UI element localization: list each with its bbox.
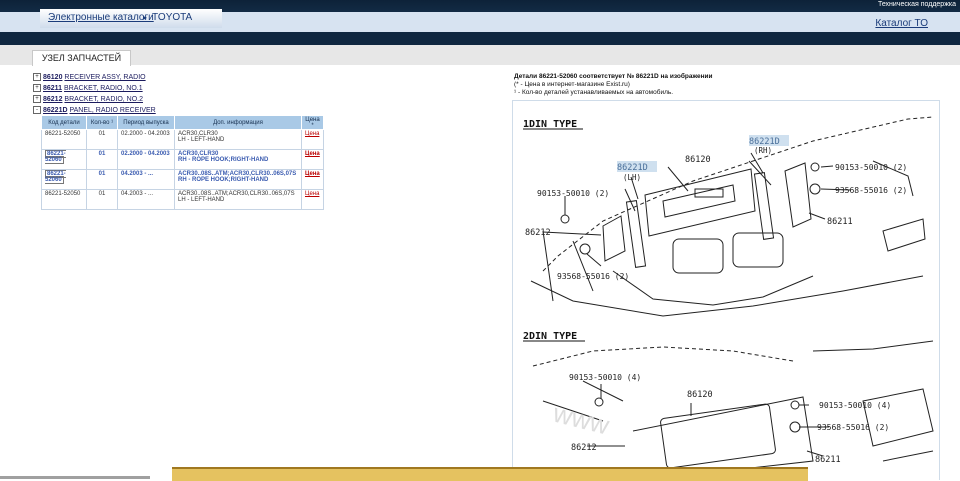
tree-item-code[interactable]: 86212 [43, 96, 62, 103]
code-link[interactable]: 86221-52060 [45, 150, 66, 164]
section2-title: 2DIN TYPE [523, 331, 577, 342]
diagram-drawing: www 1DIN TYPE 86221D (LH) 86120 86221D (… [523, 116, 934, 480]
col-price: Цена * [301, 115, 324, 130]
parts-tree: +86120 RECEIVER ASSY, RADIO +86211 BRACK… [33, 72, 156, 116]
col-code: Код детали [41, 115, 87, 130]
parts-table: Код детали Кол-во ¹ Период выпуска Доп. … [41, 115, 324, 210]
tree-item[interactable]: +86211 BRACKET, RADIO, NO.1 [33, 83, 156, 94]
col-info: Доп. информация [174, 115, 302, 130]
table-row[interactable]: 86221-52060 01 04.2003 - ... ACR30..08S.… [41, 169, 324, 190]
cell-qty: 01 [86, 189, 118, 210]
breadcrumb-separator-icon: ▸ [143, 13, 148, 22]
breadcrumb: Электронные каталоги ▸ TOYOTA [40, 9, 222, 28]
cell-qty: 01 [86, 169, 118, 190]
label-screw-l[interactable]: 90153-50010 (2) [537, 189, 609, 198]
cell-period: 02.2000 - 04.2003 [117, 129, 175, 150]
price-link[interactable]: Цена [305, 171, 320, 177]
cell-qty: 01 [86, 149, 118, 170]
tree-item[interactable]: +86120 RECEIVER ASSY, RADIO [33, 72, 156, 83]
price-link[interactable]: Цена [305, 151, 320, 157]
label-clip-l[interactable]: 93568-55016 (2) [557, 272, 629, 281]
table-row[interactable]: 86221-52050 01 02.2000 - 04.2003 ACR30,C… [41, 129, 324, 150]
expand-icon[interactable]: + [33, 95, 41, 104]
cell-info: ACR30..08S..ATM;ACR30,CLR30..06S,07S LH -… [174, 189, 302, 210]
cell-code: 86221-52060 [41, 169, 87, 190]
cell-code: 86221-52050 [41, 129, 87, 150]
label-86211[interactable]: 86211 [827, 217, 853, 227]
col-qty: Кол-во ¹ [86, 115, 118, 130]
section-bar [0, 45, 960, 65]
label-86120[interactable]: 86120 [685, 155, 711, 165]
cell-code: 86221-52050 [41, 189, 87, 210]
expand-icon[interactable]: + [33, 84, 41, 93]
info-match: Детали 86221-52060 соответствует № 86221… [514, 73, 713, 80]
tree-item[interactable]: +86212 BRACKET, RADIO, NO.2 [33, 94, 156, 105]
cell-code: 86221-52060 [41, 149, 87, 170]
collapse-icon[interactable]: - [33, 106, 41, 115]
tree-item-name[interactable]: BRACKET, RADIO, NO.1 [64, 85, 143, 92]
breadcrumb-current: TOYOTA [152, 12, 193, 23]
tree-item-code[interactable]: 86221D [43, 107, 68, 114]
label-screw-r[interactable]: 90153-50010 (2) [835, 163, 907, 172]
cell-price: Цена [301, 169, 324, 190]
label-rh: (RH) [754, 146, 772, 155]
info-price-note: (* - Цена в интернет-магазине Exist.ru) [514, 81, 630, 88]
cell-info: ACR30,CLR30 LH - LEFT-HAND [174, 129, 302, 150]
label2-86212[interactable]: 86212 [571, 443, 597, 453]
cell-price: Цена [301, 189, 324, 210]
label-lh: (LH) [623, 173, 641, 182]
part-info: Детали 86221-52060 соответствует № 86221… [514, 73, 713, 97]
expand-icon[interactable]: + [33, 73, 41, 82]
cell-period: 04.2003 - ... [117, 189, 175, 210]
cell-period: 04.2003 - ... [117, 169, 175, 190]
cell-period: 02.2000 - 04.2003 [117, 149, 175, 170]
info-line: RH - ROPE HOOK;RIGHT-HAND [178, 157, 269, 163]
info-line: LH - LEFT-HAND [178, 137, 225, 143]
tree-item-code[interactable]: 86211 [43, 85, 62, 92]
header-band [0, 32, 960, 45]
tab-parts-node[interactable]: УЗЕЛ ЗАПЧАСТЕЙ [32, 50, 131, 66]
label2-86120[interactable]: 86120 [687, 390, 713, 400]
cell-info: ACR30,CLR30 RH - ROPE HOOK;RIGHT-HAND [174, 149, 302, 170]
parts-diagram[interactable]: www 1DIN TYPE 86221D (LH) 86120 86221D (… [512, 100, 940, 480]
col-period: Период выпуска [117, 115, 175, 130]
cell-price: Цена [301, 129, 324, 150]
cell-price: Цена [301, 149, 324, 170]
tree-item-name[interactable]: PANEL, RADIO RECEIVER [69, 107, 155, 114]
price-link[interactable]: Цена [305, 191, 319, 197]
label2-clip-r[interactable]: 93568-55016 (2) [817, 423, 889, 432]
support-link[interactable]: Техническая поддержка [878, 1, 956, 8]
label-86212[interactable]: 86212 [525, 228, 551, 238]
section1-title: 1DIN TYPE [523, 119, 577, 130]
label2-screw-r[interactable]: 90153-50010 (4) [819, 401, 891, 410]
info-line: LH - LEFT-HAND [178, 197, 225, 203]
to-catalog-link[interactable]: Каталог ТО [875, 18, 928, 29]
table-row[interactable]: 86221-52050 01 04.2003 - ... ACR30..08S.… [41, 189, 324, 210]
cell-info: ACR30..08S..ATM;ACR30,CLR30..06S,07S RH -… [174, 169, 302, 190]
code-link[interactable]: 86221-52060 [45, 170, 66, 184]
breadcrumb-catalogs-link[interactable]: Электронные каталоги [48, 12, 154, 23]
tree-item-name[interactable]: BRACKET, RADIO, NO.2 [64, 96, 143, 103]
tree-item-name[interactable]: RECEIVER ASSY, RADIO [64, 74, 145, 81]
label2-86211[interactable]: 86211 [815, 455, 841, 465]
price-link[interactable]: Цена [305, 131, 319, 137]
tree-item-code[interactable]: 86120 [43, 74, 62, 81]
info-qty-note: ¹ - Кол-во деталей устанавливаемых на ав… [514, 89, 674, 96]
table-row[interactable]: 86221-52060 01 02.2000 - 04.2003 ACR30,C… [41, 149, 324, 170]
table-header-row: Код детали Кол-во ¹ Период выпуска Доп. … [41, 115, 324, 130]
cell-qty: 01 [86, 129, 118, 150]
info-line: RH - ROPE HOOK;RIGHT-HAND [178, 177, 269, 183]
label-clip-r[interactable]: 93568-55016 (2) [835, 186, 907, 195]
label-86221d-lh[interactable]: 86221D [617, 163, 648, 173]
label2-screw-l[interactable]: 90153-50010 (4) [569, 373, 641, 382]
